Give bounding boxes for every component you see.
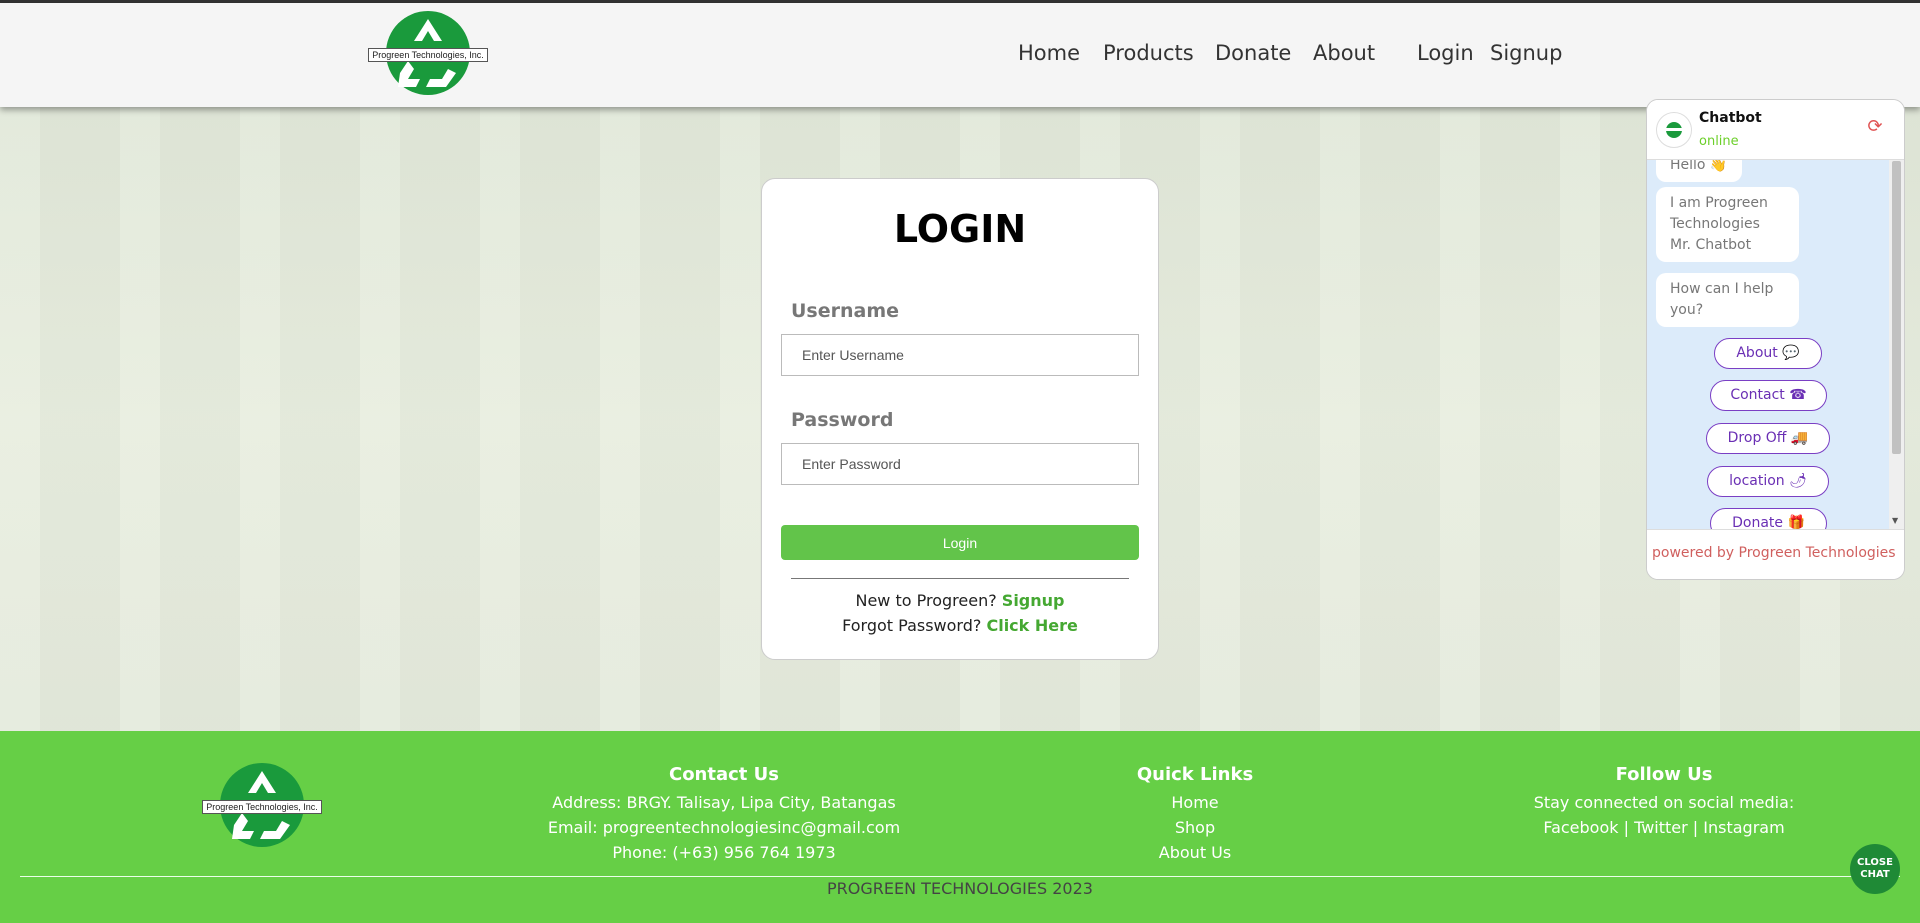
site-header: Progreen Technologies, Inc. Home Product… [0, 3, 1920, 107]
login-divider [791, 578, 1129, 579]
username-input[interactable] [781, 334, 1139, 376]
chatbot-widget: Chatbot online ⟳ Hello 👋 I am Progreen T… [1646, 99, 1905, 580]
login-title: LOGIN [893, 207, 1027, 251]
brand-name: Progreen Technologies, Inc. [368, 48, 488, 62]
footer-link-shop[interactable]: Shop [1175, 818, 1215, 837]
chat-message: I am Progreen Technologies Mr. Chatbot [1656, 187, 1799, 262]
nav-products[interactable]: Products [1103, 41, 1194, 65]
brand-logo[interactable]: Progreen Technologies, Inc. [368, 9, 488, 97]
footer-phone: Phone: (+63) 956 764 1973 [612, 843, 836, 862]
username-label: Username [791, 300, 900, 322]
footer-social-links[interactable]: Facebook | Twitter | Instagram [1514, 815, 1814, 840]
scroll-down-icon[interactable]: ▼ [1892, 516, 1898, 525]
footer-quick-links-heading: Quick Links [1136, 764, 1254, 785]
footer-address: Address: BRGY. Talisay, Lipa City, Batan… [552, 793, 896, 812]
footer-divider [20, 876, 1900, 877]
chat-option-about[interactable]: About 💬 [1714, 338, 1822, 369]
password-label: Password [791, 409, 894, 431]
copyright: PROGREEN TECHNOLOGIES 2023 [827, 879, 1093, 898]
footer-logo: Progreen Technologies, Inc. [202, 761, 322, 849]
refresh-icon[interactable]: ⟳ [1864, 116, 1886, 138]
nav-about[interactable]: About [1313, 41, 1375, 65]
chatbot-title: Chatbot [1699, 110, 1762, 126]
nav-home[interactable]: Home [1018, 41, 1080, 65]
signup-prompt: New to Progreen? [855, 591, 997, 610]
signup-link[interactable]: Signup [1002, 591, 1065, 610]
site-footer: Progreen Technologies, Inc. Contact Us A… [0, 731, 1920, 923]
nav-login[interactable]: Login [1417, 41, 1474, 65]
chat-option-dropoff[interactable]: Drop Off 🚚 [1706, 423, 1830, 454]
chat-option-donate[interactable]: Donate 🎁 [1710, 508, 1827, 529]
signup-line: New to Progreen? Signup [762, 591, 1158, 610]
footer-brand-name: Progreen Technologies, Inc. [202, 800, 322, 814]
chatbot-avatar [1656, 112, 1692, 148]
login-card: LOGIN Username Password Login New to Pro… [761, 178, 1159, 660]
forgot-password-link[interactable]: Click Here [986, 616, 1077, 635]
chat-scrollbar[interactable]: ▼ [1889, 159, 1904, 529]
chat-message: Hello 👋 [1656, 159, 1742, 182]
footer-follow-text: Stay connected on social media: [1533, 793, 1795, 812]
chatbot-header: Chatbot online ⟳ [1647, 100, 1904, 160]
footer-follow-heading: Follow Us [1615, 764, 1713, 785]
footer-link-about[interactable]: About Us [1159, 843, 1231, 862]
chatbot-status: online [1699, 134, 1739, 149]
forgot-line: Forgot Password? Click Here [762, 616, 1158, 635]
footer-contact-heading: Contact Us [668, 764, 779, 785]
footer-quick-links: Quick Links Home Shop About Us [1095, 764, 1295, 865]
chat-scroll-thumb[interactable] [1892, 161, 1901, 454]
chat-option-contact[interactable]: Contact ☎ [1710, 380, 1827, 411]
recycle-avatar-icon [1666, 122, 1682, 138]
login-button[interactable]: Login [781, 525, 1139, 560]
chat-message: How can I help you? [1656, 273, 1799, 327]
powered-by: powered by Progreen Technologies [1652, 545, 1896, 561]
chatbot-footer: powered by Progreen Technologies [1647, 529, 1904, 579]
nav-signup[interactable]: Signup [1490, 41, 1562, 65]
footer-follow: Follow Us Stay connected on social media… [1514, 764, 1814, 840]
nav-donate[interactable]: Donate [1215, 41, 1291, 65]
password-input[interactable] [781, 443, 1139, 485]
footer-email: Email: progreentechnologiesinc@gmail.com [547, 818, 901, 837]
chat-option-location[interactable]: location 🌶 [1707, 466, 1829, 497]
footer-contact: Contact Us Address: BRGY. Talisay, Lipa … [524, 764, 924, 865]
chat-messages[interactable]: Hello 👋 I am Progreen Technologies Mr. C… [1647, 159, 1889, 529]
forgot-prompt: Forgot Password? [842, 616, 982, 635]
footer-link-home[interactable]: Home [1171, 793, 1218, 812]
close-chat-button[interactable]: CLOSE CHAT [1850, 844, 1900, 894]
